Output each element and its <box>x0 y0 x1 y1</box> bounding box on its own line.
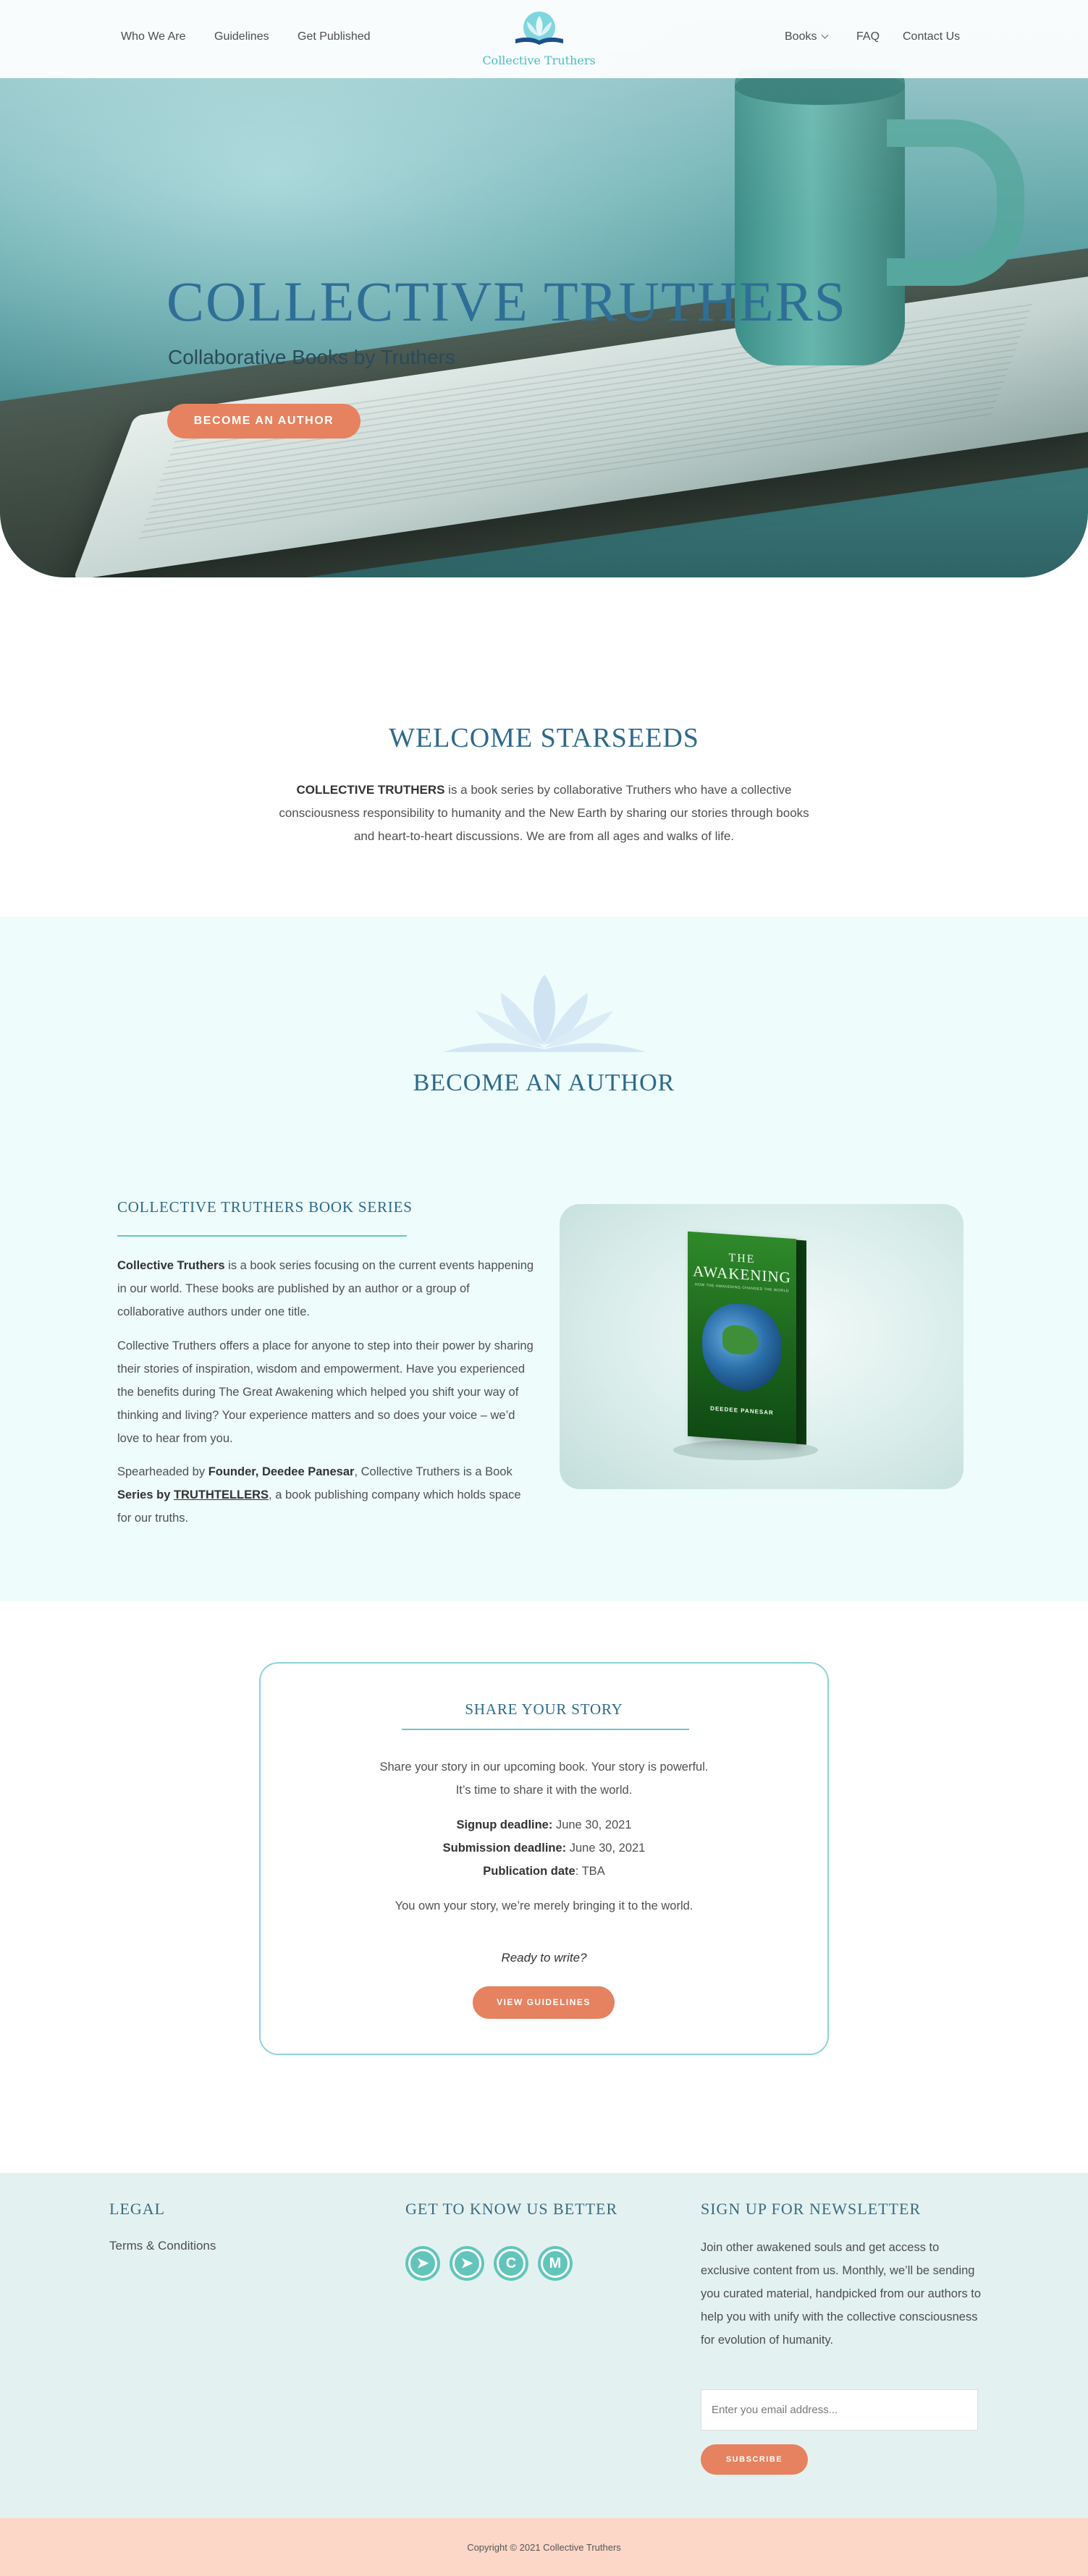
logo-text: Collective Truthers <box>482 54 596 67</box>
founder-name: Founder, Deedee Panesar <box>208 1465 355 1478</box>
site-logo[interactable]: Collective Truthers <box>479 10 599 72</box>
hero-title: COLLECTIVE TRUTHERS <box>166 270 848 333</box>
book-spine <box>796 1240 806 1445</box>
book-series-paragraph-1: Collective Truthers is a book series foc… <box>117 1254 537 1323</box>
signup-label: Signup deadline: <box>456 1818 553 1831</box>
own-story-text: You own your story, we’re merely bringin… <box>395 1899 693 1912</box>
p3-b: , Collective Truthers is a Book <box>354 1465 513 1478</box>
share-line-2: It’s time to share it with the world. <box>455 1784 633 1797</box>
nav-get-published[interactable]: Get Published <box>298 30 371 43</box>
nav-contact-us[interactable]: Contact Us <box>903 30 960 43</box>
copyright-text: Copyright © 2021 Collective Truthers <box>467 2542 621 2553</box>
welcome-text: COLLECTIVE TRUTHERS is a book series by … <box>275 779 813 848</box>
p3-a: Spearheaded by <box>117 1465 208 1478</box>
subscribe-button[interactable]: SUBSCRIBE <box>701 2444 808 2475</box>
welcome-title: WELCOME STARSEEDS <box>389 723 699 753</box>
signup-value: June 30, 2021 <box>552 1818 632 1831</box>
the-awakening-book-cover: THE AWAKENING HOW THE AWAKENING CHANGED … <box>688 1231 796 1444</box>
hero-subtitle: Collaborative Books by Truthers <box>168 346 455 368</box>
nav-guidelines[interactable]: Guidelines <box>214 30 269 43</box>
c-icon[interactable]: C <box>494 2246 528 2281</box>
telegram-icon[interactable]: ➤ <box>405 2246 440 2281</box>
newsletter-heading: SIGN UP FOR NEWSLETTER <box>701 2200 922 2218</box>
book-series-divider <box>117 1235 407 1237</box>
submission-value: June 30, 2021 <box>566 1842 646 1855</box>
email-input[interactable] <box>701 2389 978 2431</box>
telegram-icon[interactable]: ➤ <box>450 2246 484 2281</box>
book-series-paragraph-3: Spearheaded by Founder, Deedee Panesar, … <box>117 1460 537 1530</box>
ready-to-write: Ready to write? <box>501 1951 587 1965</box>
globe-icon <box>702 1301 782 1394</box>
legal-heading: LEGAL <box>109 2200 166 2218</box>
book-author: DEEDEE PANESAR <box>710 1404 774 1417</box>
nav-faq[interactable]: FAQ <box>856 30 880 43</box>
welcome-bold: COLLECTIVE TRUTHERS <box>296 783 445 797</box>
share-story-title: SHARE YOUR STORY <box>465 1700 623 1718</box>
share-story-divider <box>402 1729 689 1730</box>
submission-label: Submission deadline: <box>442 1842 567 1855</box>
nav-books[interactable]: Books <box>785 30 829 43</box>
become-author-button[interactable]: BECOME AN AUTHOR <box>167 404 360 438</box>
publication-value: : TBA <box>575 1865 605 1878</box>
lotus-icon <box>443 975 646 1052</box>
p1-bold: Collective Truthers <box>117 1259 225 1272</box>
lotus-book-logo-icon <box>515 12 563 45</box>
chevron-down-icon <box>822 31 829 39</box>
p3-series: Series by <box>117 1488 174 1501</box>
m-icon[interactable]: M <box>538 2246 573 2281</box>
nav-books-label: Books <box>785 30 817 43</box>
share-line-1: Share your story in our upcoming book. Y… <box>379 1761 709 1774</box>
submission-deadline: Submission deadline: June 30, 2021 <box>259 1842 829 1855</box>
book-series-title: COLLECTIVE TRUTHERS BOOK SERIES <box>117 1198 413 1216</box>
truthtellers-link[interactable]: TRUTHTELLERS <box>174 1488 269 1501</box>
publication-label: Publication date <box>483 1865 575 1878</box>
nav-who-we-are[interactable]: Who We Are <box>121 30 186 43</box>
book-series-paragraph-2: Collective Truthers offers a place for a… <box>117 1339 534 1445</box>
newsletter-text: Join other awakened souls and get access… <box>701 2241 982 2347</box>
site-header: Who We Are Guidelines Get Published Coll… <box>0 0 1088 78</box>
signup-deadline: Signup deadline: June 30, 2021 <box>259 1818 829 1832</box>
become-author-title: BECOME AN AUTHOR <box>413 1069 675 1096</box>
terms-link[interactable]: Terms & Conditions <box>109 2239 216 2253</box>
publication-date: Publication date: TBA <box>259 1865 829 1878</box>
view-guidelines-button[interactable]: VIEW GUIDELINES <box>473 1986 615 2019</box>
social-heading: GET TO KNOW US BETTER <box>405 2200 618 2218</box>
